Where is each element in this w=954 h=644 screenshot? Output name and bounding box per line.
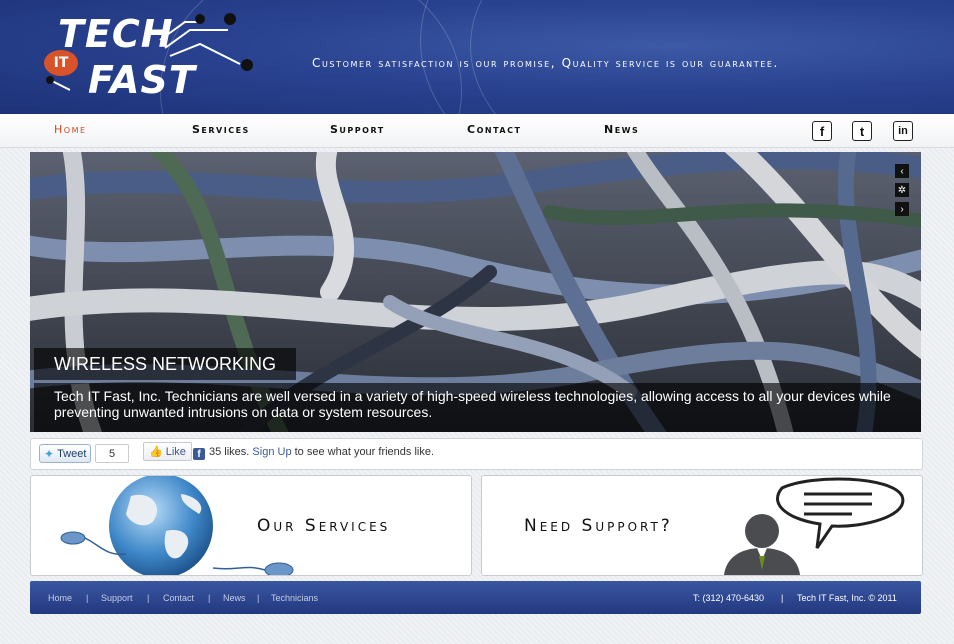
signup-link[interactable]: Sign Up [252,446,291,458]
tagline: Customer satisfaction is our promise, Qu… [312,56,779,70]
footer-divider: | [257,593,260,603]
footer-link-contact[interactable]: Contact [163,593,194,603]
footer-divider: | [781,593,784,603]
nav-item-news[interactable]: News [604,123,639,136]
thumbs-up-icon: 👍 [149,446,163,458]
slide-caption-body: Tech IT Fast, Inc. Technicians are well … [34,383,921,432]
footer-divider: | [147,593,150,603]
footer-divider: | [208,593,211,603]
support-title: Need Support? [524,516,673,536]
nav-item-contact[interactable]: Contact [467,123,521,136]
footer-phone: T: (312) 470-6430 [693,593,765,603]
slide-caption-title: WIRELESS NETWORKING [34,348,297,380]
logo-badge: IT [44,50,78,76]
social-share-bar: ✦ Tweet 5 👍 Like f 35 likes. Sign Up to s… [30,438,923,470]
nav-item-home[interactable]: Home [54,123,87,136]
footer-link-news[interactable]: News [223,593,246,603]
logo-word-fast: FAST [88,58,196,102]
facebook-likes-text: f 35 likes. Sign Up to see what your frie… [193,446,434,460]
twitter-bird-icon: ✦ [44,446,55,461]
footer-link-home[interactable]: Home [48,593,72,603]
footer-link-support[interactable]: Support [101,593,133,603]
footer-link-technicians[interactable]: Technicians [271,593,318,603]
nav-item-support[interactable]: Support [330,123,385,136]
logo[interactable]: TECH IT FAST [40,10,260,106]
footer-divider: | [86,593,89,603]
likes-suffix: to see what your friends like. [294,446,435,458]
like-label: Like [165,445,186,458]
main-nav: Home Services Support Contact News f t i… [0,114,954,148]
twitter-icon[interactable]: t [852,121,872,141]
tweet-button[interactable]: ✦ Tweet [39,444,92,463]
facebook-icon: f [193,448,205,460]
services-title: Our Services [257,516,391,536]
hero-slider[interactable]: ‹ ✲ › WIRELESS NETWORKING Tech IT Fast, … [30,152,921,432]
tweet-count: 5 [95,444,129,463]
logo-word-tech: TECH [58,12,174,56]
slider-prev-icon[interactable]: ‹ [895,164,909,178]
like-button[interactable]: 👍 Like [143,442,192,461]
likes-count: 35 likes. [209,446,250,458]
site-header: TECH IT FAST Customer satisfaction is ou… [0,0,954,114]
services-box[interactable]: Our Services [30,475,472,576]
support-box[interactable]: Need Support? [481,475,923,576]
support-person-icon [724,477,905,575]
site-footer: Home | Support | Contact | News | Techni… [30,581,921,614]
facebook-icon[interactable]: f [812,121,832,141]
slider-loading-icon[interactable]: ✲ [895,183,909,197]
linkedin-icon[interactable]: in [893,121,913,141]
nav-item-services[interactable]: Services [192,123,250,136]
footer-copyright: Tech IT Fast, Inc. © 2011 [797,593,897,603]
slider-next-icon[interactable]: › [895,202,909,216]
tweet-label: Tweet [57,447,87,460]
